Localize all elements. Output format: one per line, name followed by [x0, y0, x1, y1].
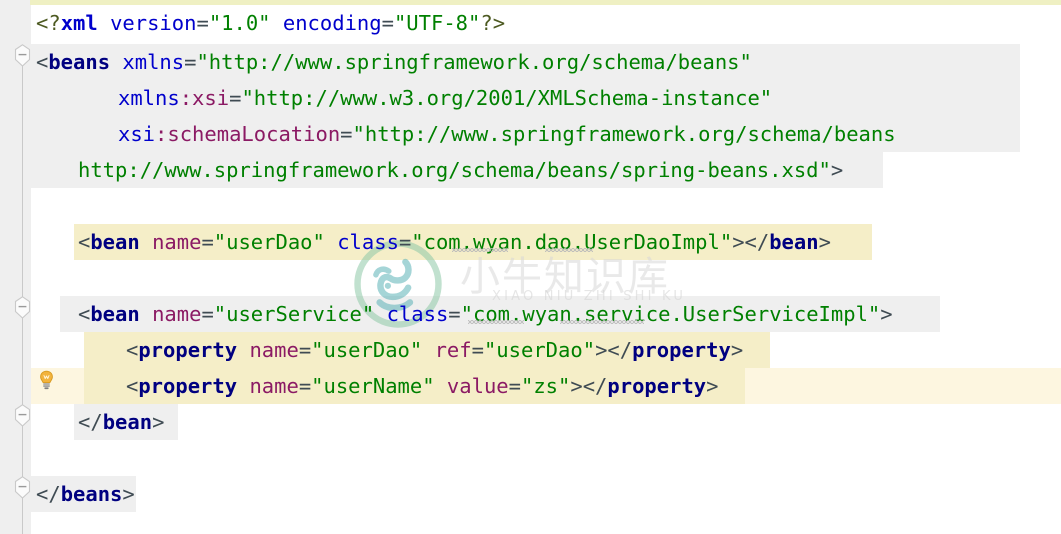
line-highlight-9	[60, 296, 940, 332]
line-highlight-12	[74, 404, 178, 440]
token: xml	[60, 11, 98, 35]
xml-code-editor[interactable]: 小牛知识库 XIAO NIU ZHI SHI KU <?xml version=…	[0, 0, 1061, 534]
token: <?	[36, 11, 61, 35]
fold-marker-beans-open[interactable]	[14, 44, 31, 67]
spell-squiggle-2	[468, 320, 524, 324]
token: "1.0"	[208, 11, 271, 35]
code-line-1[interactable]: <?xml version="1.0" encoding="UTF-8"?>	[36, 5, 505, 41]
fold-rail-tail	[22, 502, 23, 534]
fold-marker-bean-close[interactable]	[14, 404, 31, 427]
spell-squiggle-1	[545, 248, 593, 252]
line-highlight-7	[74, 224, 872, 260]
selection-highlight-11	[84, 368, 745, 404]
spell-squiggle-3	[560, 320, 644, 324]
top-strip-gutter-patch	[0, 0, 30, 5]
token: version	[110, 11, 197, 35]
token: encoding	[282, 11, 382, 35]
line-highlight-14	[31, 476, 136, 512]
intention-bulb-icon[interactable]	[38, 370, 55, 390]
line-highlight-10	[84, 332, 770, 368]
line-highlight-5	[31, 152, 883, 188]
fold-marker-userservice-bean[interactable]	[14, 296, 31, 319]
token: ?>	[480, 11, 506, 35]
fold-marker-beans-close[interactable]	[14, 476, 31, 499]
fold-rail-beans	[22, 48, 23, 502]
spell-squiggle-0	[452, 248, 508, 252]
top-selection-strip	[0, 0, 1061, 5]
token: =	[381, 11, 394, 35]
token: =	[196, 11, 209, 35]
line-highlight-4	[31, 116, 1020, 152]
token: "UTF-8"	[393, 11, 481, 35]
gutter-edge-divider	[30, 0, 31, 534]
line-highlight-2	[31, 44, 1020, 80]
line-highlight-3	[31, 80, 1020, 116]
editor-gutter[interactable]	[0, 0, 30, 534]
